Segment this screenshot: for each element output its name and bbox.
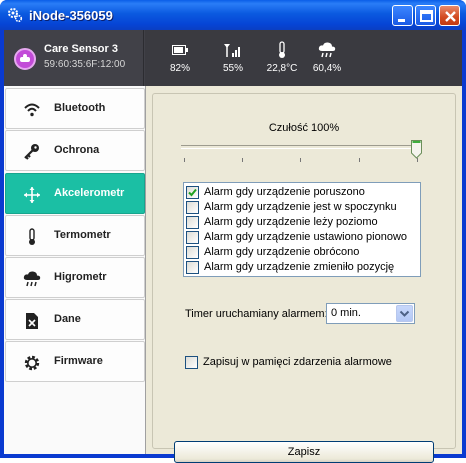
maximize-icon [420,10,433,22]
signal-stat: 55% [209,40,257,74]
sidebar-item-label: Termometr [54,229,111,241]
slider-tick [300,158,301,162]
thermometer-icon [23,228,41,246]
sensitivity-slider[interactable] [181,140,422,170]
alarm-option-label: Alarm gdy urządzenie poruszono [204,186,365,198]
file-x-icon [23,312,41,330]
alarm-option[interactable]: Alarm gdy urządzenie poruszono [186,186,420,199]
gear-icon [23,354,41,372]
minimize-button[interactable] [392,5,413,26]
close-icon [445,11,456,22]
sidebar-item-label: Higrometr [54,271,107,283]
accelerometer-panel: Czułość 100% Alarm gdy urządzenie porusz… [152,93,456,463]
dropdown-button[interactable] [396,305,413,322]
sidebar-item-termometr[interactable]: Termometr [5,215,145,256]
timer-label: Timer uruchamiany alarmem: [185,308,328,320]
title-bar[interactable]: iNode-356059 [0,0,466,30]
sensitivity-label: Czułość 100% [268,122,340,134]
sidebar: Bluetooth Ochrona Akcelerometr Termometr [4,86,146,454]
thermometer-icon [258,40,306,60]
humidity-stat: 60,4% [303,40,351,74]
chevron-down-icon [399,310,410,317]
slider-tick [184,158,185,162]
alarm-option-label: Alarm gdy urządzenie jest w spoczynku [204,201,397,213]
checkbox[interactable] [186,261,199,274]
sidebar-item-dane[interactable]: Dane [5,299,145,340]
alarm-option[interactable]: Alarm gdy urządzenie obrócono [186,246,420,259]
client-area: Care Sensor 3 59:60:35:6F:12:00 82% 55% [4,30,462,463]
sidebar-item-akcelerometr[interactable]: Akcelerometr [5,173,145,214]
window-title: iNode-356059 [29,8,113,23]
slider-track [181,145,421,149]
maximize-button[interactable] [415,5,436,26]
alarm-option[interactable]: Alarm gdy urządzenie zmieniło pozycję [186,261,420,274]
wifi-icon [23,101,41,119]
save-button[interactable]: Zapisz [174,441,434,463]
alarm-option-label: Alarm gdy urządzenie leży poziomo [204,216,378,228]
humidity-value: 60,4% [312,63,342,74]
close-button[interactable] [439,5,460,26]
device-mac: 59:60:35:6F:12:00 [44,59,126,70]
device-header: Care Sensor 3 59:60:35:6F:12:00 82% 55% [4,30,462,86]
minimize-icon [398,19,405,22]
slider-tick [359,158,360,162]
timer-select[interactable]: 0 min. [326,303,415,324]
battery-icon [156,40,204,60]
checkbox[interactable] [185,356,198,369]
sidebar-item-bluetooth[interactable]: Bluetooth [5,88,145,129]
device-info: Care Sensor 3 59:60:35:6F:12:00 [4,30,144,86]
move-icon [23,186,41,204]
app-window: iNode-356059 Care Sensor 3 59:60:35:6F:1… [0,0,466,463]
checkbox[interactable] [186,216,199,229]
sidebar-item-label: Bluetooth [54,102,106,114]
slider-tick [242,158,243,162]
temperature-stat: 22,8°C [258,40,306,74]
slider-thumb[interactable] [411,140,422,159]
checkmark-icon [188,188,197,197]
alarm-option-label: Alarm gdy urządzenie obrócono [204,246,360,258]
sidebar-item-label: Dane [54,313,81,325]
timer-select-value: 0 min. [331,307,361,319]
checkbox[interactable] [186,246,199,259]
app-gear-icon [7,7,23,23]
save-events-option[interactable]: Zapisuj w pamięci zdarzenia alarmowe [185,356,415,369]
save-events-label: Zapisuj w pamięci zdarzenia alarmowe [203,356,392,368]
alarm-option-label: Alarm gdy urządzenie ustawiono pionowo [204,231,408,243]
key-icon [23,143,41,161]
signal-icon [209,40,257,60]
alarm-options-list: Alarm gdy urządzenie poruszono Alarm gdy… [183,182,421,277]
cloud-rain-icon [303,40,351,60]
alarm-option[interactable]: Alarm gdy urządzenie leży poziomo [186,216,420,229]
checkbox[interactable] [186,186,199,199]
battery-value: 82% [169,63,190,74]
device-avatar [14,48,36,70]
device-name: Care Sensor 3 [44,43,118,55]
checkbox[interactable] [186,231,199,244]
sidebar-item-label: Ochrona [54,144,100,156]
alarm-option[interactable]: Alarm gdy urządzenie jest w spoczynku [186,201,420,214]
sidebar-item-label: Firmware [54,355,103,367]
alarm-option-label: Alarm gdy urządzenie zmieniło pozycję [204,261,395,273]
checkbox[interactable] [186,201,199,214]
sidebar-item-firmware[interactable]: Firmware [5,341,145,382]
battery-stat: 82% [156,40,204,74]
sidebar-item-ochrona[interactable]: Ochrona [5,130,145,171]
status-bar: 82% 55% 22,8°C 60,4% [145,30,462,86]
sidebar-item-label: Akcelerometr [54,187,125,199]
temperature-value: 22,8°C [266,63,298,74]
alarm-option[interactable]: Alarm gdy urządzenie ustawiono pionowo [186,231,420,244]
signal-value: 55% [222,63,243,74]
cloud-rain-icon [23,270,41,288]
sidebar-item-higrometr[interactable]: Higrometr [5,257,145,298]
